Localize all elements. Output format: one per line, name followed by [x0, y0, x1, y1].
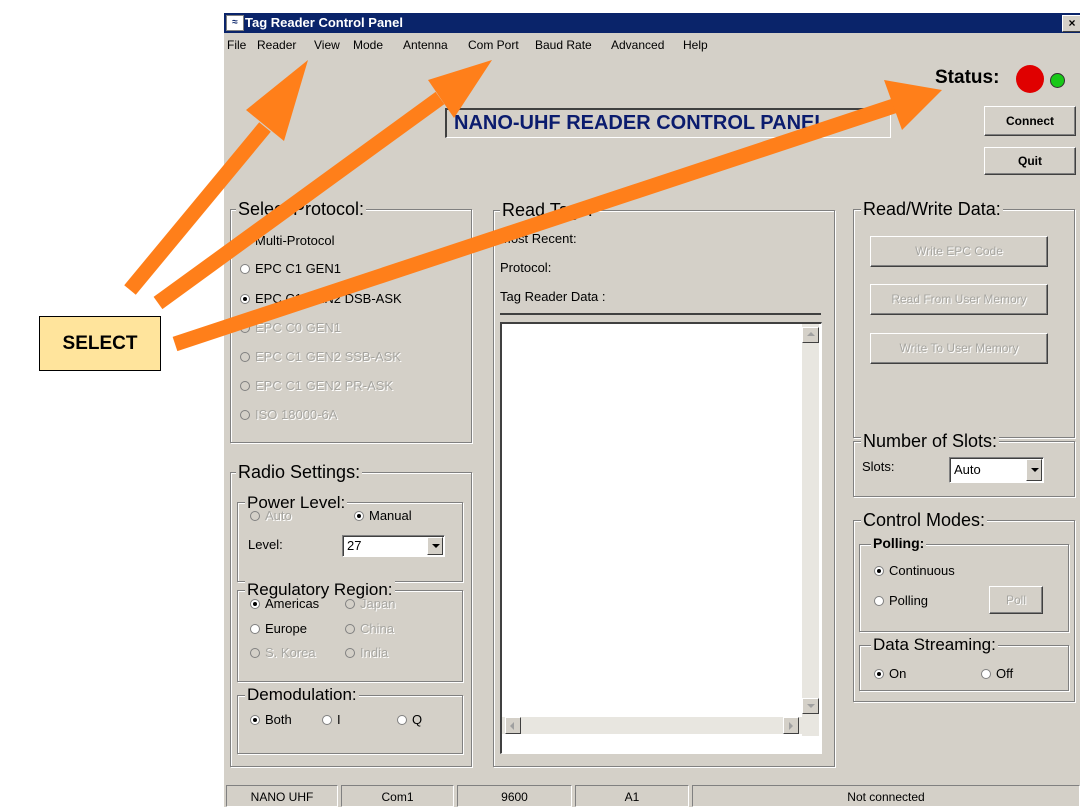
arrowhead-com-port-menu: [428, 60, 492, 118]
select-callout-label: SELECT: [62, 333, 138, 354]
annotation-arrows: [124, 60, 942, 352]
select-callout: SELECT: [39, 316, 161, 371]
